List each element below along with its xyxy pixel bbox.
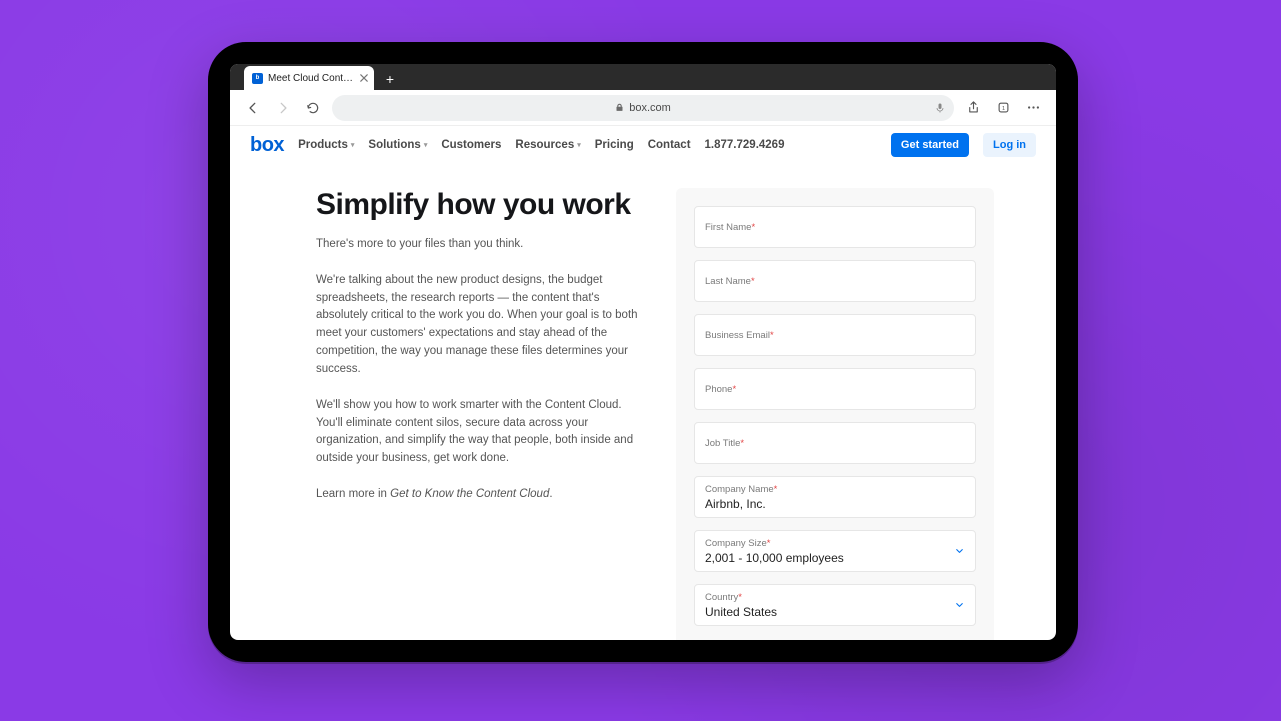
browser-toolbar: box.com 1 xyxy=(230,90,1056,126)
business-email-field[interactable]: Business Email* xyxy=(694,314,976,356)
nav-pricing[interactable]: Pricing xyxy=(595,139,634,151)
field-label: Job Title* xyxy=(705,438,965,449)
tabs-button[interactable]: 1 xyxy=(992,97,1014,119)
field-label: Company Size* xyxy=(705,538,965,549)
tab-title: Meet Cloud Content Man xyxy=(268,73,355,84)
nav-solutions[interactable]: Solutions▾ xyxy=(368,139,427,151)
first-name-field[interactable]: First Name* xyxy=(694,206,976,248)
page-body: Simplify how you work There's more to yo… xyxy=(230,164,1056,640)
paragraph-2: We'll show you how to work smarter with … xyxy=(316,397,646,468)
back-button[interactable] xyxy=(242,97,264,119)
browser-tab-bar: b Meet Cloud Content Man + xyxy=(230,64,1056,90)
last-name-field[interactable]: Last Name* xyxy=(694,260,976,302)
share-button[interactable] xyxy=(962,97,984,119)
field-value: 2,001 - 10,000 employees xyxy=(705,551,965,565)
nav-contact[interactable]: Contact xyxy=(648,139,691,151)
chevron-down-icon xyxy=(954,600,965,611)
share-icon xyxy=(966,100,981,115)
chevron-down-icon: ▾ xyxy=(424,141,428,149)
page-heading: Simplify how you work xyxy=(316,188,646,222)
paragraph-1: We're talking about the new product desi… xyxy=(316,272,646,379)
arrow-right-icon xyxy=(276,101,290,115)
screen: b Meet Cloud Content Man + xyxy=(230,64,1056,640)
get-started-button[interactable]: Get started xyxy=(891,133,969,157)
lock-icon xyxy=(615,103,624,112)
site-header: box Products▾ Solutions▾ Customers Resou… xyxy=(230,126,1056,164)
svg-text:1: 1 xyxy=(1001,106,1004,112)
nav-customers[interactable]: Customers xyxy=(441,139,501,151)
company-name-field[interactable]: Company Name* Airbnb, Inc. xyxy=(694,476,976,518)
field-label: Phone* xyxy=(705,384,965,395)
url-bar[interactable]: box.com xyxy=(332,95,954,121)
close-icon[interactable] xyxy=(360,73,368,83)
chevron-down-icon xyxy=(954,546,965,557)
url-text: box.com xyxy=(629,102,671,114)
country-select[interactable]: Country* United States xyxy=(694,584,976,626)
field-label: Company Name* xyxy=(705,484,965,495)
log-in-button[interactable]: Log in xyxy=(983,133,1036,157)
learn-more-line: Learn more in Get to Know the Content Cl… xyxy=(316,486,646,504)
browser-tab[interactable]: b Meet Cloud Content Man xyxy=(244,66,374,90)
chevron-down-icon: ▾ xyxy=(351,141,355,149)
signup-form: First Name* Last Name* Business Email* P… xyxy=(676,188,994,640)
phone-field[interactable]: Phone* xyxy=(694,368,976,410)
field-label: Business Email* xyxy=(705,330,965,341)
favicon-box-icon: b xyxy=(252,73,263,84)
job-title-field[interactable]: Job Title* xyxy=(694,422,976,464)
nav-phone[interactable]: 1.877.729.4269 xyxy=(705,139,785,151)
reload-icon xyxy=(306,101,320,115)
nav-resources[interactable]: Resources▾ xyxy=(515,139,580,151)
forward-button[interactable] xyxy=(272,97,294,119)
plus-icon: + xyxy=(386,71,394,87)
new-tab-button[interactable]: + xyxy=(378,68,402,90)
company-size-select[interactable]: Company Size* 2,001 - 10,000 employees xyxy=(694,530,976,572)
nav-products[interactable]: Products▾ xyxy=(298,139,354,151)
field-value: Airbnb, Inc. xyxy=(705,497,965,511)
page-subheading: There's more to your files than you thin… xyxy=(316,236,646,254)
arrow-left-icon xyxy=(246,101,260,115)
field-value: United States xyxy=(705,605,965,619)
more-button[interactable] xyxy=(1022,97,1044,119)
field-label: First Name* xyxy=(705,222,965,233)
tabs-icon: 1 xyxy=(996,100,1011,115)
microphone-icon[interactable] xyxy=(934,102,946,114)
more-icon xyxy=(1026,100,1041,115)
field-label: Last Name* xyxy=(705,276,965,287)
content-column: Simplify how you work There's more to yo… xyxy=(316,188,646,640)
field-label: Country* xyxy=(705,592,965,603)
tablet-frame: b Meet Cloud Content Man + xyxy=(208,42,1078,662)
reload-button[interactable] xyxy=(302,97,324,119)
chevron-down-icon: ▾ xyxy=(577,141,581,149)
box-logo[interactable]: box xyxy=(250,134,284,157)
